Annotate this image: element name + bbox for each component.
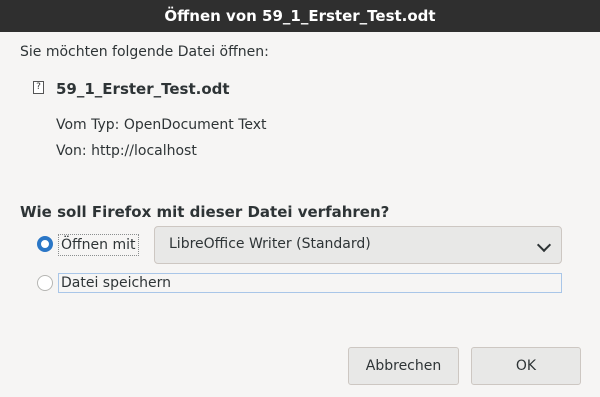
open-with-label[interactable]: Öffnen mit [58, 234, 139, 256]
unknown-file-icon: ? [33, 81, 44, 94]
dialog-titlebar: Öffnen von 59_1_Erster_Test.odt [0, 0, 600, 32]
dialog-title: Öffnen von 59_1_Erster_Test.odt [164, 7, 436, 25]
cancel-button[interactable]: Abbrechen [348, 347, 459, 385]
application-select-value: LibreOffice Writer (Standard) [169, 236, 371, 252]
chevron-down-icon [536, 237, 552, 253]
application-select[interactable]: LibreOffice Writer (Standard) [154, 226, 562, 264]
action-question: Wie soll Firefox mit dieser Datei verfah… [20, 203, 390, 221]
file-name: 59_1_Erster_Test.odt [56, 80, 230, 98]
save-file-label[interactable]: Datei speichern [58, 273, 562, 293]
file-type: Vom Typ: OpenDocument Text [56, 117, 267, 133]
save-file-radio[interactable] [37, 275, 53, 291]
ok-button[interactable]: OK [471, 347, 581, 385]
file-source: Von: http://localhost [56, 143, 197, 159]
open-with-radio[interactable] [37, 236, 53, 252]
intro-text: Sie möchten folgende Datei öffnen: [20, 44, 269, 60]
